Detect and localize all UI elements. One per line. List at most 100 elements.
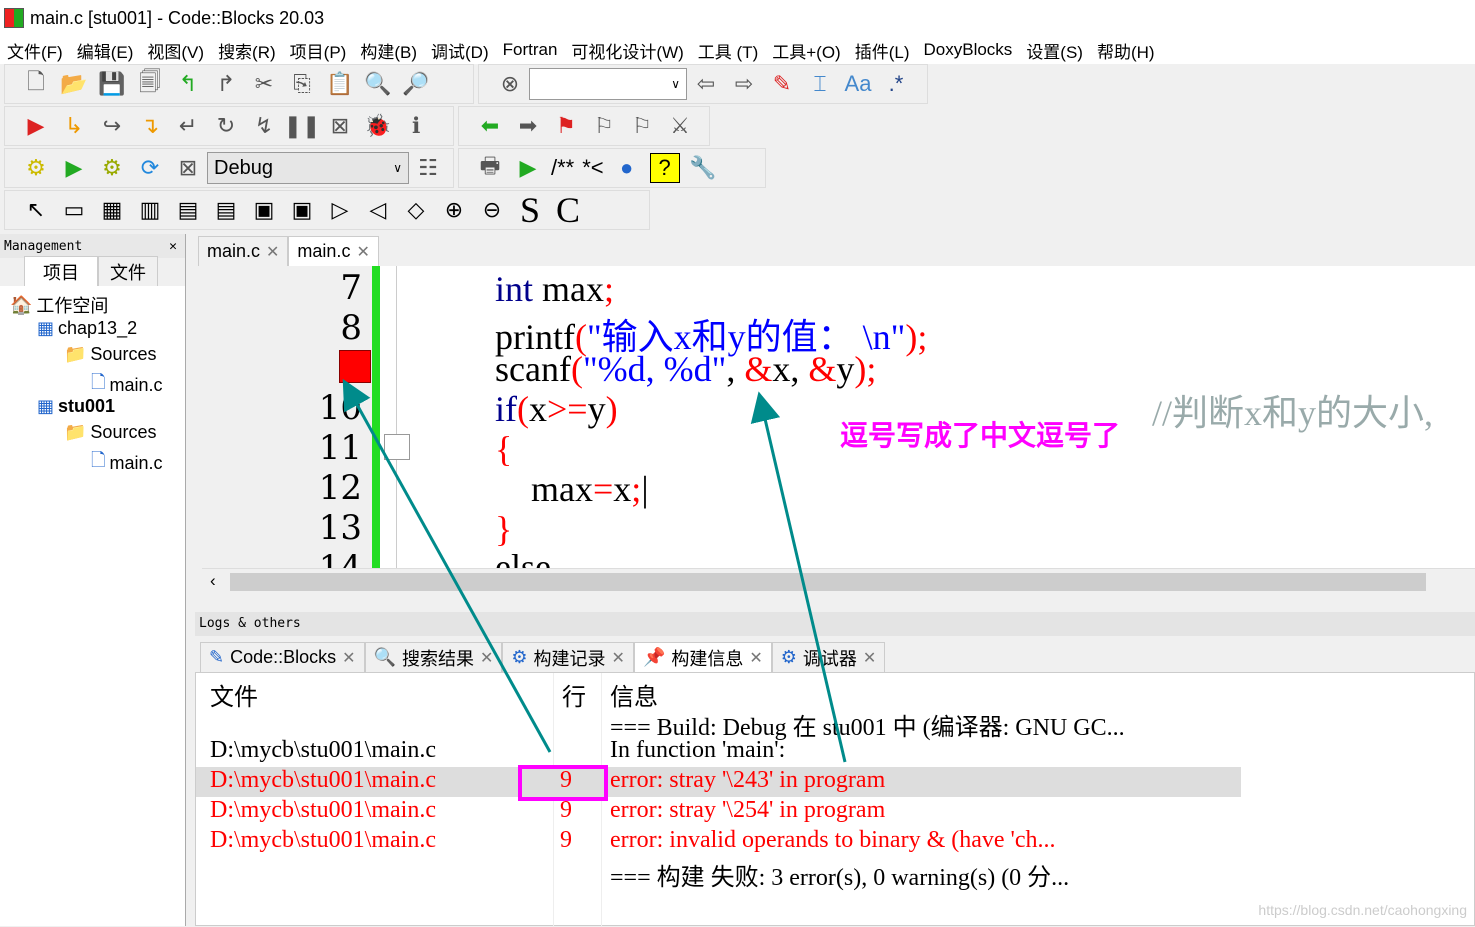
rebuild-icon[interactable]: ⟳ xyxy=(135,153,165,183)
replace-icon[interactable]: 🔎 xyxy=(401,69,431,99)
step-into-icon[interactable]: ↴ xyxy=(135,111,165,141)
log-row[interactable]: D:\mycb\stu001\main.c 9 error: stray '\254… xyxy=(196,797,1241,827)
menu-item[interactable]: 可视化设计(W) xyxy=(564,38,690,63)
close-icon[interactable]: ✕ xyxy=(863,648,876,668)
log-row[interactable]: D:\mycb\stu001\main.c 9 error: invalid ope… xyxy=(196,827,1241,857)
s-button[interactable]: S xyxy=(515,190,545,230)
menu-item[interactable]: 文件(F) xyxy=(0,38,70,63)
tree-item[interactable]: 🏠 工作空间 xyxy=(10,292,108,318)
close-icon[interactable]: ✕ xyxy=(342,648,355,668)
next-instruction-icon[interactable]: ↻ xyxy=(211,111,241,141)
border-left-icon[interactable]: ◁ xyxy=(363,195,393,225)
stop-debug-icon[interactable]: ⊠ xyxy=(325,111,355,141)
grid-icon[interactable]: ▦ xyxy=(97,195,127,225)
bookmark-flag-icon[interactable]: ⚑ xyxy=(551,111,581,141)
scrollbar-thumb[interactable] xyxy=(230,573,1426,591)
menu-item[interactable]: DoxyBlocks xyxy=(917,40,1020,60)
align-right-icon[interactable]: ▤ xyxy=(211,195,241,225)
tree-item[interactable]: 📁 Sources xyxy=(64,344,156,365)
step-out-icon[interactable]: ↵ xyxy=(173,111,203,141)
selection-icon[interactable]: ⌶ xyxy=(805,69,835,99)
next-icon[interactable]: ➡ xyxy=(513,111,543,141)
tree-item[interactable]: 📁 Sources xyxy=(64,422,156,443)
build-run-icon[interactable]: ⚙ xyxy=(97,153,127,183)
help-icon[interactable]: ? xyxy=(649,153,680,183)
tree-item[interactable]: ▦ stu001 xyxy=(37,396,115,417)
menu-item[interactable]: 帮助(H) xyxy=(1090,38,1162,63)
border-right-icon[interactable]: ▷ xyxy=(325,195,355,225)
target-options-icon[interactable]: ☷ xyxy=(413,153,443,183)
build-gear-icon[interactable]: ⚙ xyxy=(21,153,51,183)
regex-icon[interactable]: .* xyxy=(881,69,911,99)
border-both-icon[interactable]: ◇ xyxy=(401,195,431,225)
fold-margin[interactable] xyxy=(396,266,412,568)
menu-item[interactable]: 项目(P) xyxy=(283,38,354,63)
log-row[interactable]: D:\mycb\stu001\main.c 9 error: stray '\243… xyxy=(196,767,1241,797)
log-tab[interactable]: ⚙ 调试器 ✕ xyxy=(771,642,886,672)
wrench-icon[interactable]: 🔧 xyxy=(688,153,718,183)
save-icon[interactable]: 💾 xyxy=(97,69,127,99)
paste-icon[interactable]: 📋 xyxy=(325,69,355,99)
next-bookmark-icon[interactable]: ⚐ xyxy=(627,111,657,141)
prev-bookmark-icon[interactable]: ⚐ xyxy=(589,111,619,141)
new-file-icon[interactable]: 🗋 xyxy=(21,69,51,99)
scroll-left-icon[interactable]: ‹ xyxy=(210,571,216,591)
tree-item[interactable]: ▦ chap13_2 xyxy=(37,318,137,339)
menu-item[interactable]: 插件(L) xyxy=(848,38,917,63)
fold-box[interactable] xyxy=(384,434,410,460)
close-icon[interactable]: ✕ xyxy=(749,648,762,668)
close-icon[interactable]: ✕ xyxy=(169,239,177,254)
prev-icon[interactable]: ⬅ xyxy=(475,111,505,141)
tree-item[interactable]: 🗋 main.c xyxy=(91,448,163,478)
editor-tab[interactable]: main.c ✕ xyxy=(198,236,289,266)
zoom-out-icon[interactable]: ⊖ xyxy=(477,195,507,225)
step-instruction-icon[interactable]: ↯ xyxy=(249,111,279,141)
doxywizard-icon[interactable]: 🖶 xyxy=(475,153,505,183)
horizontal-scrollbar[interactable]: ‹ xyxy=(202,568,1475,594)
find-icon[interactable]: 🔍 xyxy=(363,69,393,99)
shrink-icon[interactable]: ▣ xyxy=(287,195,317,225)
log-row[interactable]: === 构建 失败: 3 error(s), 0 warning(s) (0 分… xyxy=(196,857,1241,891)
close-icon[interactable]: ✕ xyxy=(266,242,279,262)
log-tab[interactable]: ⚙ 构建记录 ✕ xyxy=(502,642,634,672)
debug-windows-icon[interactable]: 🐞 xyxy=(363,111,393,141)
clear-icon[interactable]: ⊗ xyxy=(495,69,525,99)
match-case-icon[interactable]: Aa xyxy=(843,69,873,99)
save-all-icon[interactable]: 🗐 xyxy=(135,69,165,99)
debug-run-icon[interactable]: ▶ xyxy=(21,111,51,141)
code-editor[interactable]: 7891011121314 int max; printf("输入x和y的值： … xyxy=(202,266,1475,568)
line-comment-button[interactable]: *< xyxy=(582,153,603,183)
log-tab[interactable]: 🔍 搜索结果 ✕ xyxy=(364,642,503,672)
tab-projects[interactable]: 项目 xyxy=(24,256,98,286)
close-icon[interactable]: ✕ xyxy=(480,648,493,668)
copy-icon[interactable]: ⎘ xyxy=(287,69,317,99)
redo-icon[interactable]: ↱ xyxy=(211,69,241,99)
cut-icon[interactable]: ✂ xyxy=(249,69,279,99)
menu-item[interactable]: Fortran xyxy=(496,40,565,60)
undo-icon[interactable]: ↰ xyxy=(173,69,203,99)
log-tab[interactable]: 📌 构建信息 ✕ xyxy=(633,642,772,672)
pause-icon[interactable]: ❚❚ xyxy=(284,111,321,141)
log-row[interactable]: D:\mycb\stu001\main.c In function 'main': xyxy=(196,737,1241,767)
zoom-in-icon[interactable]: ⊕ xyxy=(439,195,469,225)
menu-item[interactable]: 调试(D) xyxy=(424,38,496,63)
menu-item[interactable]: 构建(B) xyxy=(353,38,424,63)
align-left-icon[interactable]: ▤ xyxy=(173,195,203,225)
next-line-icon[interactable]: ↪ xyxy=(97,111,127,141)
log-tab[interactable]: ✎ Code::Blocks ✕ xyxy=(200,642,365,672)
web-icon[interactable]: ● xyxy=(612,153,642,183)
close-icon[interactable]: ✕ xyxy=(356,242,369,262)
menu-item[interactable]: 编辑(E) xyxy=(70,38,141,63)
search-combo[interactable]: ∨ xyxy=(529,68,687,100)
run-doxy-icon[interactable]: ▶ xyxy=(513,153,543,183)
menu-item[interactable]: 设置(S) xyxy=(1019,38,1090,63)
c-button[interactable]: C xyxy=(553,190,583,230)
run-icon[interactable]: ▶ xyxy=(59,153,89,183)
run-to-cursor-icon[interactable]: ↳ xyxy=(59,111,89,141)
highlight-icon[interactable]: ✎ xyxy=(767,69,797,99)
open-icon[interactable]: 📂 xyxy=(59,69,89,99)
expand-icon[interactable]: ▣ xyxy=(249,195,279,225)
clear-bookmarks-icon[interactable]: ⚔ xyxy=(665,111,695,141)
tab-files[interactable]: 文件 xyxy=(98,256,158,286)
breakpoint-marker[interactable] xyxy=(339,350,371,383)
